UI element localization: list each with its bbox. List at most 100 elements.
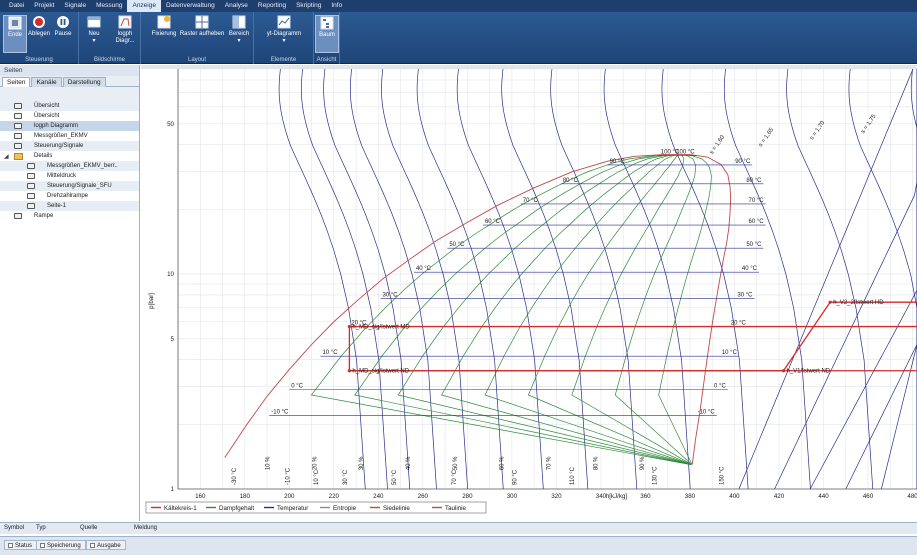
bottom-temp-label: -10 °C	[285, 467, 291, 485]
tree-item[interactable]: Mitteldruck	[0, 171, 139, 181]
tree-item[interactable]: Messgrößen_EKMV	[0, 131, 139, 141]
new-screen-button[interactable]: Neu ▾	[82, 15, 106, 53]
menu-item-anzeige[interactable]: Anzeige	[127, 0, 161, 12]
col-typ[interactable]: Typ	[36, 525, 46, 531]
isotherm-label-right: 50 °C	[746, 242, 762, 248]
bottom-temp-label: 150 °C	[719, 466, 725, 485]
x-tick-label: 220	[329, 493, 340, 500]
ausgabe-tab[interactable]: Ausgabe	[86, 540, 126, 550]
cycle-point-label: h_V1/Istwert ND	[786, 369, 830, 375]
quality-label: 30 %	[359, 456, 365, 470]
isotherm-label-right: 20 °C	[731, 321, 747, 327]
tree-item[interactable]: ◢ Details	[0, 151, 139, 161]
col-quelle[interactable]: Quelle	[80, 525, 97, 531]
quality-label: 40 %	[406, 456, 412, 470]
tree-item-label: Messgrößen_EKMV	[34, 133, 88, 139]
tree-item[interactable]: Übersicht	[0, 111, 139, 121]
cycle-point-label: h_MD_sig/Istwert ND	[352, 369, 409, 375]
isotherm-curve	[910, 68, 917, 489]
ribbon-group-elemente: yt-Diagramm ▾ Elemente	[254, 12, 314, 64]
legend-label: Siedelinie	[383, 505, 410, 512]
yt-diagram-icon	[277, 15, 291, 29]
legend-label: Entropie	[333, 505, 357, 512]
grid-icon	[195, 15, 209, 29]
x-tick-label: 160	[195, 493, 206, 500]
ablegen-button[interactable]: Ablegen	[27, 15, 51, 53]
ribbon-group-layout: Fixierung Raster aufheben Bereich ▾ Layo…	[141, 12, 254, 64]
tree-item-label: Seite-1	[47, 203, 67, 209]
menu-item-datei[interactable]: Datei	[4, 0, 29, 12]
pages-panel: Seiten Seiten Kanäle Darstellung Übersic…	[0, 65, 140, 521]
menu-item-projekt[interactable]: Projekt	[29, 0, 59, 12]
speicherung-tab[interactable]: Speicherung	[36, 540, 86, 550]
isotherm-label-right: 80 °C	[746, 178, 762, 184]
x-tick-label: 280	[462, 493, 473, 500]
status-tab[interactable]: Status	[4, 540, 38, 550]
tree-item[interactable]: logph Diagramm	[0, 121, 139, 131]
isotherm-curve	[323, 68, 411, 490]
cycle-point	[828, 300, 832, 304]
ribbon-group-steuerung: Ende Ablegen Pause Steuerung	[0, 12, 79, 64]
isotherm-label-left: 10 °C	[322, 350, 338, 356]
menu-item-signale[interactable]: Signale	[59, 0, 91, 12]
bereich-button[interactable]: Bereich ▾	[227, 15, 251, 53]
tree-item[interactable]: Seite-1	[0, 201, 139, 211]
isotherm-label-right: 60 °C	[749, 219, 765, 225]
tree-item[interactable]: Rampe	[0, 211, 139, 221]
isotherm-curve	[603, 68, 691, 490]
x-tick-label: 460	[863, 493, 874, 500]
quality-line	[614, 154, 697, 465]
menu-bar: Datei Projekt Signale Messung Anzeige Datenve…	[0, 0, 917, 12]
tab-kanaele[interactable]: Kanäle	[31, 77, 62, 87]
quality-line	[310, 154, 691, 465]
message-list-header: Symbol Typ Quelle Meldung	[0, 522, 917, 534]
menu-item-datenverwaltung[interactable]: Datenverwaltung	[161, 0, 220, 12]
fixierung-button[interactable]: Fixierung	[149, 15, 179, 53]
tree-item-label: Steuerung/Signale_SFU	[47, 183, 112, 189]
isotherm-curve	[456, 68, 544, 490]
end-button[interactable]: Ende	[3, 15, 27, 53]
isotherm-curve	[501, 68, 589, 490]
raster-aufheben-button[interactable]: Raster aufheben	[179, 15, 225, 53]
isotherm-curve	[661, 68, 749, 490]
quality-line	[397, 154, 691, 465]
yt-diagram-button[interactable]: yt-Diagramm ▾	[264, 15, 304, 53]
menu-item-messung[interactable]: Messung	[91, 0, 127, 12]
isotherm-label-left: 90 °C	[610, 159, 626, 165]
isotherm-label-left: -10 °C	[271, 409, 289, 415]
isotherm-curve	[381, 68, 469, 490]
pause-button[interactable]: Pause	[51, 15, 75, 53]
menu-item-reporting[interactable]: Reporting	[253, 0, 291, 12]
isotherm-label-right: 90 °C	[735, 159, 751, 165]
tree-item[interactable]: Messgrößen_EKMV_berr..	[0, 161, 139, 171]
x-tick-label: 240	[373, 493, 384, 500]
tree-item-label: Messgrößen_EKMV_berr..	[47, 163, 118, 169]
group-label-bildschirme: Bildschirme	[93, 57, 125, 63]
cycle-point	[347, 324, 351, 329]
tree-view-button[interactable]: Baum	[315, 15, 339, 53]
menu-item-info[interactable]: Info	[326, 0, 347, 12]
x-tick-label: 440	[818, 493, 829, 500]
tab-seiten[interactable]: Seiten	[2, 77, 31, 87]
tree-item[interactable]: Steuerung/Signale	[0, 141, 139, 151]
menu-item-skripting[interactable]: Skripting	[291, 0, 326, 12]
group-label-ansicht: Ansicht	[316, 57, 337, 63]
isotherm-label-right: 70 °C	[749, 198, 765, 204]
application-window: Datei Projekt Signale Messung Anzeige Datenve…	[0, 0, 917, 555]
col-meldung[interactable]: Meldung	[134, 525, 157, 531]
tree-item[interactable]: Steuerung/Signale_SFU	[0, 181, 139, 191]
col-symbol[interactable]: Symbol	[4, 525, 24, 531]
legend-label: Kältekreis-1	[164, 505, 197, 512]
tree-item-label: Rampe	[34, 213, 54, 219]
x-tick-label: 420	[774, 493, 785, 500]
tree-item[interactable]: Drehzahlrampe	[0, 191, 139, 201]
logph-chart-area: 160 180 200 220 240 260 280 300 320 340 360 380 400 4…	[141, 65, 917, 521]
tree-item-label: Details	[34, 153, 53, 159]
tab-darstellung[interactable]: Darstellung	[62, 77, 106, 87]
quality-label: 70 %	[547, 456, 553, 470]
logph-diagram-button[interactable]: logph Diagr...	[111, 15, 139, 53]
isotherm-curve	[301, 68, 388, 490]
isotherm-label-left: 70 °C	[523, 198, 539, 204]
tree-item[interactable]: Übersicht	[0, 101, 139, 111]
menu-item-analyse[interactable]: Analyse	[220, 0, 253, 12]
